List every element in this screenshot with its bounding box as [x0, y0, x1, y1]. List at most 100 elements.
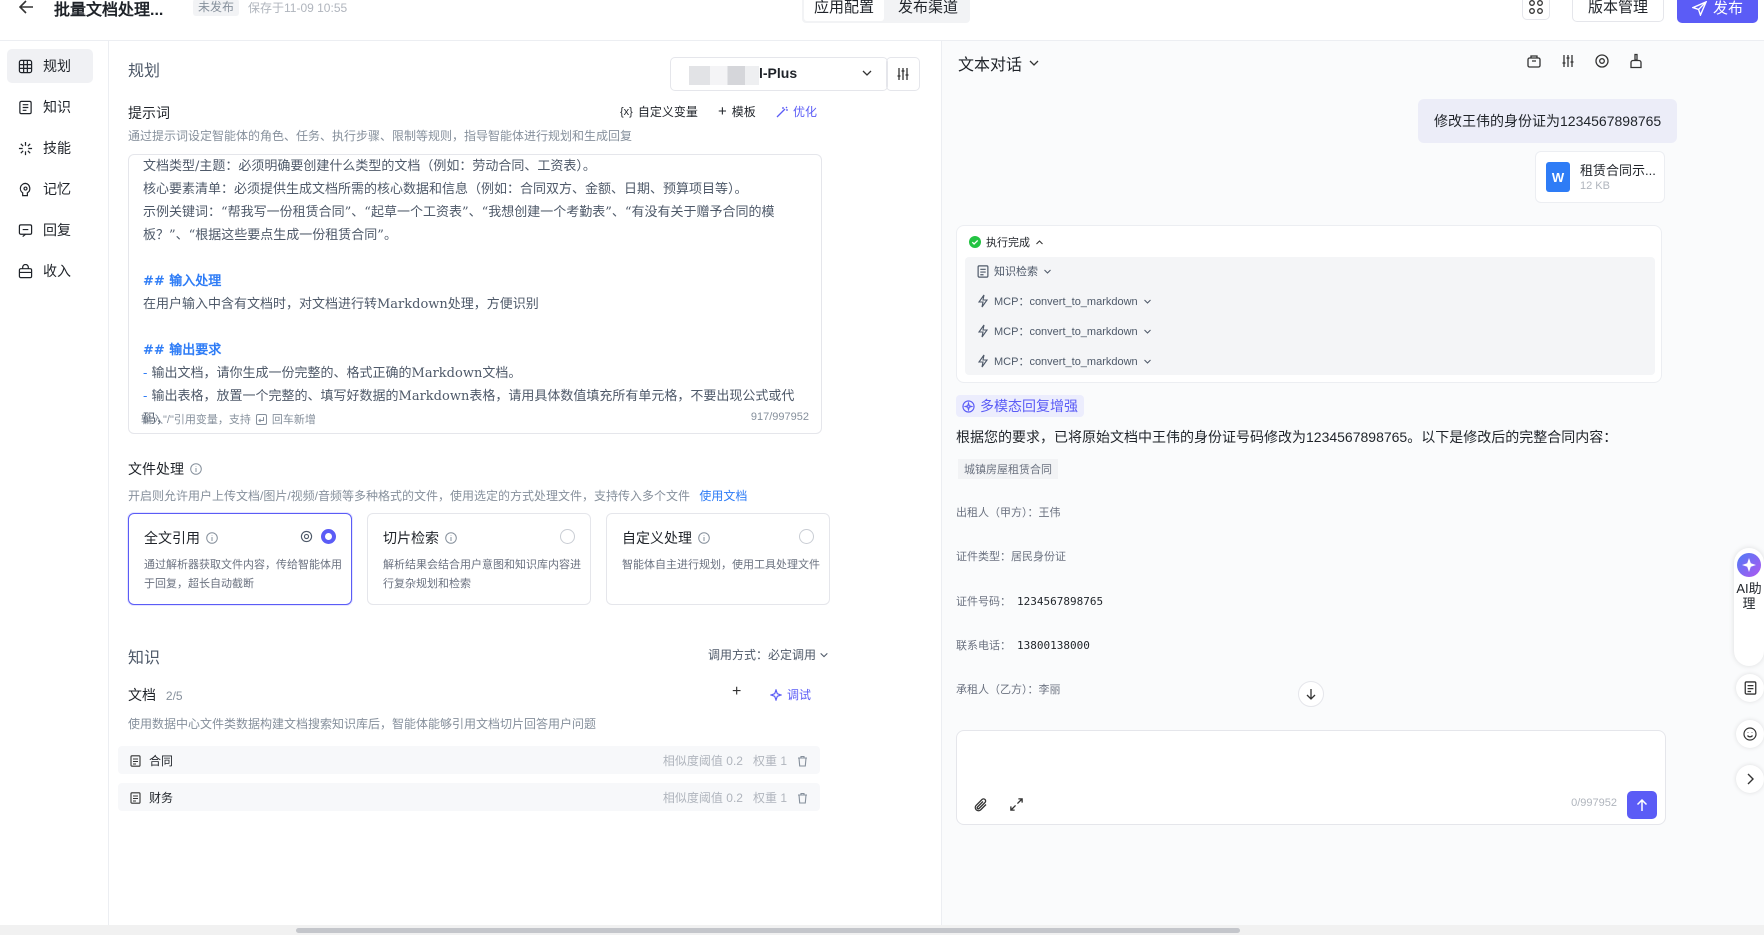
exec-step[interactable]: MCP：convert_to_markdown [977, 353, 1152, 369]
nav-item-plan[interactable]: 规划 [7, 49, 93, 83]
apps-grid-icon[interactable] [1522, 0, 1550, 20]
version-management-button[interactable]: 版本管理 [1572, 0, 1664, 22]
attached-file-card[interactable]: W 租赁合同示... 12 KB [1535, 151, 1665, 203]
nav-label: 知识 [43, 99, 71, 115]
enter-key-icon [255, 413, 267, 425]
exec-step-label: MCP：convert_to_markdown [994, 296, 1138, 308]
info-icon[interactable] [698, 532, 710, 544]
sliders-icon[interactable] [1560, 53, 1576, 69]
template-button[interactable]: + 模板 [718, 103, 756, 120]
sparkle-circle-icon [962, 399, 975, 413]
back-arrow-icon[interactable] [14, 0, 40, 16]
scroll-to-bottom-button[interactable] [1298, 681, 1324, 707]
send-button[interactable] [1627, 791, 1657, 819]
exec-step[interactable]: MCP：convert_to_markdown [977, 293, 1152, 309]
info-icon[interactable] [445, 532, 457, 544]
horizontal-scrollbar[interactable] [0, 925, 1764, 935]
arrow-up-icon [1636, 798, 1648, 811]
debug-button[interactable]: 调试 [770, 686, 811, 703]
gear-icon[interactable] [300, 530, 313, 543]
weight-value: 1 [780, 791, 787, 805]
prompt-text: 文档类型/主题：必须明确要创建什么类型的文档（例如：劳动合同、工资表）。 核心要素… [143, 155, 813, 431]
info-icon[interactable] [190, 463, 202, 475]
prompt-label: 提示词 [128, 105, 170, 121]
exec-step-label: 知识检索 [994, 266, 1038, 278]
expand-rail-button[interactable] [1736, 765, 1764, 793]
chat-mode-select[interactable]: 文本对话 [958, 51, 1040, 75]
radio-custom[interactable] [799, 529, 814, 544]
knowledge-row[interactable]: 合同 相似度阈值 0.2 权重 1 [118, 746, 820, 774]
prompt-editor[interactable]: 文档类型/主题：必须明确要创建什么类型的文档（例如：劳动合同、工资表）。 核心要素… [128, 154, 822, 434]
model-selector[interactable]: l-Plus [670, 57, 888, 91]
threshold-label: 相似度阈值 [662, 754, 723, 768]
knowledge-row-name-text: 财务 [149, 791, 174, 805]
prompt-line: ## 输出要求 [143, 343, 222, 358]
book-icon [19, 100, 32, 114]
threshold-value: 0.2 [726, 754, 743, 768]
broom-icon[interactable] [1628, 53, 1644, 69]
sparkle-icon [18, 141, 33, 155]
knowledge-row[interactable]: 财务 相似度阈值 0.2 权重 1 [118, 783, 820, 811]
file-mode-card-custom[interactable]: 自定义处理 智能体自主进行规划，使用工具处理文件 [606, 513, 830, 605]
add-doc-plus-icon[interactable]: + [732, 683, 741, 701]
document-icon [977, 264, 989, 278]
tab-publish-channel[interactable]: 发布渠道 [888, 0, 968, 21]
file-name: 租赁合同示... [1580, 163, 1656, 178]
chevron-down-icon [1143, 359, 1151, 364]
emoji-rail-button[interactable] [1736, 720, 1764, 748]
nav-label: 技能 [43, 140, 71, 156]
prompt-input-hint: 输入"/"引用变量，支持 回车新增 [141, 411, 316, 427]
file-mode-card-slice-search[interactable]: 切片检索 解析结果会结合用户意图和知识库内容进行复杂规划和检索 [367, 513, 591, 605]
radio-full-text[interactable] [321, 529, 336, 544]
card-title-text: 自定义处理 [622, 530, 692, 546]
plus-icon: + [718, 103, 727, 120]
scrollbar-thumb[interactable] [296, 928, 1240, 933]
ai-star-icon [1737, 553, 1761, 577]
expand-icon[interactable] [1009, 797, 1024, 812]
magic-wand-icon [776, 106, 788, 117]
nav-item-reply[interactable]: 回复 [7, 213, 93, 247]
bag-icon [18, 263, 33, 278]
file-processing-hint-text: 开启则允许用户上传文档/图片/视频/音频等多种格式的文件，使用选定的方式处理文件… [128, 489, 691, 503]
debug-label: 调试 [787, 688, 812, 702]
model-settings-button[interactable] [886, 57, 920, 91]
trash-icon[interactable] [797, 792, 808, 804]
optimize-label: 优化 [793, 105, 818, 119]
custom-variable-button[interactable]: {x} 自定义变量 [620, 103, 698, 120]
exec-step[interactable]: MCP：convert_to_markdown [977, 323, 1152, 339]
call-mode-select[interactable]: 调用方式：必定调用 [708, 646, 829, 663]
knowledge-row-name-text: 合同 [149, 754, 174, 768]
publish-button[interactable]: 发布 [1677, 0, 1758, 23]
nav-item-memory[interactable]: 记忆 [7, 172, 93, 206]
execution-status-toggle[interactable]: 执行完成 [969, 234, 1044, 250]
nav-item-skills[interactable]: 技能 [7, 131, 93, 165]
nav-item-knowledge[interactable]: 知识 [7, 90, 93, 124]
prompt-line [143, 316, 813, 339]
file-mode-card-full-text[interactable]: 全文引用 通过解析器获取文件内容，传给智能体用于回复，超长自动截断 [128, 513, 352, 605]
use-docs-link[interactable]: 使用文档 [699, 489, 747, 503]
prompt-line: 在用户输入中含有文档时，对文档进行转Markdown处理，方便识别 [143, 297, 539, 312]
chevron-down-icon [1029, 60, 1039, 66]
chat-composer[interactable]: 0/997952 [956, 730, 1666, 825]
optimize-button[interactable]: 优化 [776, 103, 817, 120]
prompt-line [143, 247, 813, 270]
multimodal-enhance-text: 多模态回复增强 [980, 398, 1078, 414]
doc-line: 证件类型：居民身份证 [956, 548, 1066, 564]
doc-line-label: 证件号码： [956, 595, 1011, 608]
tab-app-config[interactable]: 应用配置 [804, 0, 885, 21]
card-desc: 通过解析器获取文件内容，传给智能体用于回复，超长自动截断 [144, 559, 342, 590]
doc-line: 城镇房屋租赁合同 [958, 459, 1058, 479]
gear-icon[interactable] [1594, 53, 1610, 69]
top-bar: 批量文档处理... 未发布 保存于11-09 10:55 应用配置 发布渠道 版… [0, 0, 1764, 41]
paperclip-icon[interactable] [973, 797, 989, 813]
archive-icon[interactable] [1526, 53, 1542, 69]
exec-step[interactable]: 知识检索 [977, 263, 1052, 279]
radio-slice-search[interactable] [560, 529, 575, 544]
ai-assistant-button[interactable]: AI助理 [1734, 548, 1764, 666]
info-icon[interactable] [206, 532, 218, 544]
trash-icon[interactable] [797, 755, 808, 767]
nav-item-income[interactable]: 收入 [7, 254, 93, 288]
file-processing-label: 文件处理 [128, 459, 202, 479]
notes-rail-button[interactable] [1736, 674, 1764, 702]
knowledge-row-name: 合同 [130, 752, 173, 769]
